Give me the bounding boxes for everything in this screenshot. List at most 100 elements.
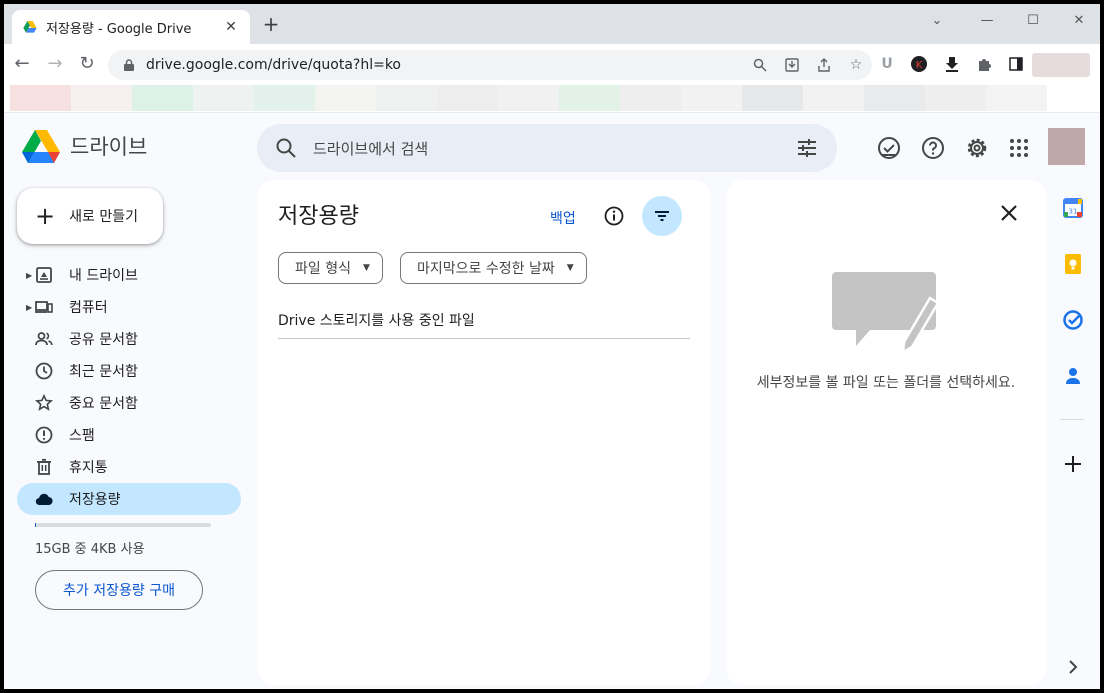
search-icon[interactable]	[275, 137, 297, 159]
sidebar-item-shared[interactable]: 공유 문서함	[17, 323, 241, 355]
search-options-icon[interactable]	[795, 136, 819, 160]
forward-button[interactable]: →	[43, 52, 67, 76]
apps-grid-icon[interactable]	[1006, 135, 1032, 161]
tasks-icon[interactable]	[1062, 309, 1084, 331]
bookmark-item[interactable]	[498, 85, 559, 111]
bookmark-item[interactable]	[193, 85, 254, 111]
sidebar-item-label: 휴지통	[69, 460, 108, 476]
k-extension-icon[interactable]: K	[908, 53, 930, 75]
details-empty-illustration	[832, 272, 940, 355]
bookmark-item[interactable]	[559, 85, 620, 111]
tab-close-icon[interactable]: ✕	[222, 19, 240, 35]
side-panel-icon[interactable]	[1005, 53, 1027, 75]
info-icon[interactable]	[602, 204, 626, 228]
share-icon[interactable]	[808, 50, 840, 80]
people-icon	[35, 330, 53, 348]
dropdown-caret-icon: ▼	[362, 263, 370, 273]
tab-strip: 저장용량 - Google Drive ✕ + ⌄ — ☐ ✕	[4, 4, 1100, 44]
dropdown-caret-icon: ▼	[566, 263, 574, 273]
lock-icon	[124, 59, 134, 71]
bookmark-item[interactable]	[620, 85, 681, 111]
new-tab-button[interactable]: +	[260, 14, 282, 34]
new-button-label: 새로 만들기	[69, 209, 138, 225]
trash-icon	[35, 458, 53, 476]
help-icon[interactable]	[920, 135, 946, 161]
bookmark-item[interactable]	[681, 85, 742, 111]
sidebar-item-recent[interactable]: 최근 문서함	[17, 355, 241, 387]
zoom-search-icon[interactable]	[744, 50, 776, 80]
sidebar-nav: ▶ 내 드라이브 ▶ 컴퓨터 공유 문서함 최근 문서함 중요 문서함 스팸 휴…	[17, 259, 241, 515]
bookmark-item[interactable]	[742, 85, 803, 111]
bookmark-item[interactable]	[254, 85, 315, 111]
add-addon-plus-icon[interactable]	[1062, 453, 1084, 475]
extensions-puzzle-icon[interactable]	[973, 53, 995, 75]
browser-window: 저장용량 - Google Drive ✕ + ⌄ — ☐ ✕ ← → ↻ dr…	[4, 4, 1100, 689]
sidebar-item-label: 저장용량	[69, 492, 121, 508]
browser-toolbar: ← → ↻ drive.google.com/drive/quota?hl=ko…	[4, 44, 1100, 84]
sidebar-item-computers[interactable]: ▶ 컴퓨터	[17, 291, 241, 323]
bookmark-item[interactable]	[925, 85, 986, 111]
backup-link[interactable]: 백업	[550, 208, 576, 228]
offline-ready-icon[interactable]	[876, 135, 902, 161]
my-drive-icon	[35, 266, 53, 284]
u-extension-icon[interactable]: U	[876, 53, 898, 75]
tab-search-icon[interactable]: ⌄	[914, 10, 960, 32]
chevron-right-icon[interactable]	[1065, 659, 1081, 675]
bookmark-item[interactable]	[803, 85, 864, 111]
modified-date-filter-chip[interactable]: 마지막으로 수정한 날짜 ▼	[400, 252, 587, 284]
bookmarks-bar	[4, 84, 1100, 113]
address-bar[interactable]: drive.google.com/drive/quota?hl=ko ☆	[108, 50, 872, 80]
details-panel: 세부정보를 볼 파일 또는 폴더를 선택하세요.	[726, 180, 1046, 685]
buy-storage-button[interactable]: 추가 저장용량 구매	[35, 570, 203, 610]
bookmark-item[interactable]	[132, 85, 193, 111]
bookmark-item[interactable]	[71, 85, 132, 111]
back-button[interactable]: ←	[10, 52, 34, 76]
download-icon[interactable]	[941, 53, 963, 75]
new-button[interactable]: + 새로 만들기	[17, 188, 163, 244]
sidebar-item-spam[interactable]: 스팸	[17, 419, 241, 451]
calendar-icon[interactable]: 31	[1062, 197, 1084, 219]
close-icon[interactable]	[996, 200, 1022, 226]
sidebar-item-label: 공유 문서함	[69, 332, 138, 348]
bookmark-item[interactable]	[437, 85, 498, 111]
spam-icon	[35, 426, 53, 444]
file-type-filter-chip[interactable]: 파일 형식 ▼	[278, 252, 383, 284]
browser-tab[interactable]: 저장용량 - Google Drive ✕	[12, 10, 250, 44]
expand-caret-icon[interactable]: ▶	[26, 303, 32, 312]
tab-title: 저장용량 - Google Drive	[46, 21, 192, 37]
filter-button[interactable]	[642, 196, 682, 236]
minimize-button[interactable]: —	[964, 10, 1010, 32]
app-name: 드라이브	[70, 135, 148, 159]
settings-gear-icon[interactable]	[964, 135, 990, 161]
close-window-button[interactable]: ✕	[1056, 10, 1100, 32]
sidebar-item-label: 스팸	[69, 428, 95, 444]
side-divider	[1060, 419, 1084, 420]
sidebar-item-storage[interactable]: 저장용량	[17, 483, 241, 515]
reload-button[interactable]: ↻	[75, 52, 99, 76]
keep-icon[interactable]	[1062, 253, 1084, 275]
cloud-icon	[35, 490, 53, 508]
svg-text:31: 31	[1069, 208, 1078, 216]
search-bar[interactable]: 드라이브에서 검색	[257, 124, 837, 172]
expand-caret-icon[interactable]: ▶	[26, 271, 32, 280]
page-title: 저장용량	[278, 204, 359, 229]
account-avatar[interactable]	[1048, 128, 1085, 165]
storage-quota-fill	[35, 523, 36, 527]
bookmark-item[interactable]	[376, 85, 437, 111]
profile-button[interactable]	[1032, 53, 1090, 77]
bookmark-item[interactable]	[864, 85, 925, 111]
maximize-button[interactable]: ☐	[1010, 10, 1056, 32]
sidebar-item-my-drive[interactable]: ▶ 내 드라이브	[17, 259, 241, 291]
drive-logo-icon[interactable]	[22, 130, 60, 164]
sidebar-item-trash[interactable]: 휴지통	[17, 451, 241, 483]
install-app-icon[interactable]	[776, 50, 808, 80]
bookmark-item[interactable]	[10, 85, 71, 111]
bookmark-star-icon[interactable]: ☆	[840, 50, 872, 80]
sidebar-item-label: 중요 문서함	[69, 396, 138, 412]
search-input[interactable]: 드라이브에서 검색	[313, 138, 795, 159]
details-empty-message: 세부정보를 볼 파일 또는 폴더를 선택하세요.	[756, 375, 1016, 391]
bookmark-item[interactable]	[315, 85, 376, 111]
sidebar-item-starred[interactable]: 중요 문서함	[17, 387, 241, 419]
bookmark-item[interactable]	[986, 85, 1047, 111]
contacts-icon[interactable]	[1062, 365, 1084, 387]
